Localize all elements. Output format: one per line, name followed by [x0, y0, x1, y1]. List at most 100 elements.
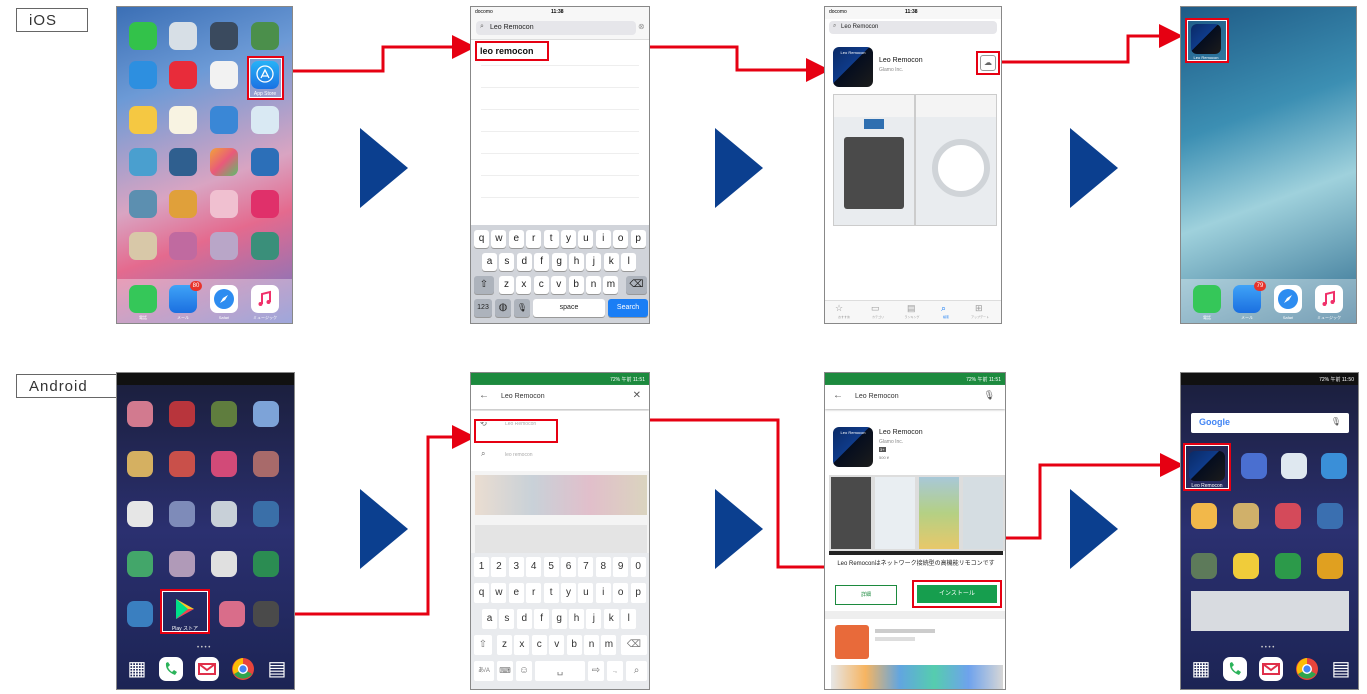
- numbers-key[interactable]: 123: [474, 299, 492, 317]
- app-icon[interactable]: [169, 190, 197, 218]
- key-p[interactable]: p: [630, 230, 646, 248]
- app-icon[interactable]: [169, 451, 195, 477]
- key-v[interactable]: v: [549, 635, 565, 655]
- app-icon[interactable]: [253, 401, 279, 427]
- shift-key-icon[interactable]: ⇧: [474, 635, 492, 655]
- key-s[interactable]: s: [499, 609, 515, 629]
- app-icon[interactable]: [127, 601, 153, 627]
- key-m[interactable]: m: [601, 635, 617, 655]
- app-icon[interactable]: [211, 501, 237, 527]
- key-c[interactable]: c: [533, 276, 549, 294]
- app-icon[interactable]: [251, 190, 279, 218]
- key-b[interactable]: b: [566, 635, 582, 655]
- app-icon[interactable]: [253, 451, 279, 477]
- key-w[interactable]: w: [491, 583, 507, 603]
- key-x[interactable]: x: [516, 276, 532, 294]
- key-l[interactable]: l: [621, 609, 637, 629]
- key-n[interactable]: n: [584, 635, 599, 655]
- key-o[interactable]: o: [613, 583, 629, 603]
- key-y[interactable]: y: [561, 583, 576, 603]
- app-icon[interactable]: [253, 601, 279, 627]
- key-5[interactable]: 5: [543, 557, 559, 577]
- microphone-icon[interactable]: 🎙: [1331, 417, 1341, 426]
- app-icon[interactable]: [169, 232, 197, 260]
- phone-icon[interactable]: [1193, 285, 1221, 313]
- search-bar[interactable]: ← Leo Remocon 🎙: [825, 385, 1005, 409]
- key-6[interactable]: 6: [561, 557, 576, 577]
- microphone-icon[interactable]: 🎙: [984, 390, 995, 401]
- keyboard-settings-icon[interactable]: ⌨: [497, 661, 513, 681]
- phone-icon[interactable]: [1223, 657, 1247, 681]
- key-8[interactable]: 8: [595, 557, 611, 577]
- key-g[interactable]: g: [551, 253, 567, 271]
- app-icon[interactable]: [169, 551, 195, 577]
- safari-icon[interactable]: [1274, 285, 1302, 313]
- app-icon[interactable]: [251, 232, 279, 260]
- key-q[interactable]: q: [474, 230, 489, 248]
- key-g[interactable]: g: [551, 609, 567, 629]
- app-icon[interactable]: [169, 501, 195, 527]
- search-key-icon[interactable]: ⌕: [626, 661, 647, 681]
- key-d[interactable]: d: [516, 609, 532, 629]
- shift-key-icon[interactable]: ⇧: [474, 276, 494, 294]
- key-t[interactable]: t: [543, 583, 559, 603]
- key-l[interactable]: l: [621, 253, 637, 271]
- key-3[interactable]: 3: [508, 557, 524, 577]
- key-e[interactable]: e: [508, 583, 524, 603]
- screenshot-carousel[interactable]: [829, 475, 1005, 551]
- mail-icon[interactable]: [195, 657, 219, 681]
- mail-icon[interactable]: [1259, 657, 1283, 681]
- key-f[interactable]: f: [534, 253, 550, 271]
- updates-tab-icon[interactable]: ⊞: [975, 303, 983, 314]
- app-icon[interactable]: [210, 22, 238, 50]
- app-icon[interactable]: [169, 22, 197, 50]
- key-2[interactable]: 2: [491, 557, 507, 577]
- app-icon[interactable]: [251, 148, 279, 176]
- app-icon[interactable]: [129, 190, 157, 218]
- app-icon[interactable]: [169, 106, 197, 134]
- key-y[interactable]: y: [561, 230, 576, 248]
- key-h[interactable]: h: [569, 253, 584, 271]
- leo-remocon-app-icon[interactable]: Leo Remocon: [833, 47, 873, 87]
- chrome-icon[interactable]: [231, 657, 255, 681]
- search-tab-icon[interactable]: ⌕: [941, 303, 946, 314]
- backspace-key-icon[interactable]: ⌫: [626, 276, 647, 294]
- key-z[interactable]: z: [497, 635, 512, 655]
- categories-tab-icon[interactable]: ▭: [871, 303, 880, 314]
- key-q[interactable]: q: [474, 583, 489, 603]
- key-b[interactable]: b: [568, 276, 584, 294]
- app-icon[interactable]: [210, 148, 238, 176]
- space-key-icon[interactable]: ␣: [535, 661, 585, 681]
- app-icon[interactable]: [210, 190, 238, 218]
- key-4[interactable]: 4: [526, 557, 542, 577]
- search-key[interactable]: Search: [608, 299, 648, 317]
- app-icon[interactable]: [1317, 553, 1343, 579]
- key-n[interactable]: n: [586, 276, 601, 294]
- key-a[interactable]: a: [482, 609, 497, 629]
- key-a[interactable]: a: [482, 253, 497, 271]
- app-icon[interactable]: [129, 232, 157, 260]
- search-bar[interactable]: ← Leo Remocon ✕: [471, 385, 649, 409]
- search-input[interactable]: ⌕ Leo Remocon: [829, 21, 997, 34]
- app-icon[interactable]: [251, 106, 279, 134]
- app-icon[interactable]: [169, 148, 197, 176]
- featured-tab-icon[interactable]: ☆: [835, 303, 843, 314]
- key-d[interactable]: d: [516, 253, 532, 271]
- app-icon[interactable]: [129, 106, 157, 134]
- key-w[interactable]: w: [491, 230, 507, 248]
- key-7[interactable]: 7: [578, 557, 594, 577]
- search-input[interactable]: ⌕ Leo Remocon: [476, 21, 636, 35]
- apps-grid-icon[interactable]: ▦: [125, 657, 149, 681]
- app-icon[interactable]: [210, 61, 238, 89]
- suggestion-item[interactable]: leo remocon: [505, 452, 533, 458]
- key-r[interactable]: r: [526, 230, 542, 248]
- app-icon[interactable]: [1281, 453, 1307, 479]
- punctuation-key[interactable]: .,: [607, 661, 623, 681]
- key-v[interactable]: v: [551, 276, 567, 294]
- app-icon[interactable]: [1191, 503, 1217, 529]
- back-arrow-icon[interactable]: ←: [833, 390, 843, 401]
- key-c[interactable]: c: [531, 635, 547, 655]
- key-9[interactable]: 9: [613, 557, 629, 577]
- apps-grid-icon[interactable]: ▦: [1189, 657, 1213, 681]
- app-icon[interactable]: [127, 401, 153, 427]
